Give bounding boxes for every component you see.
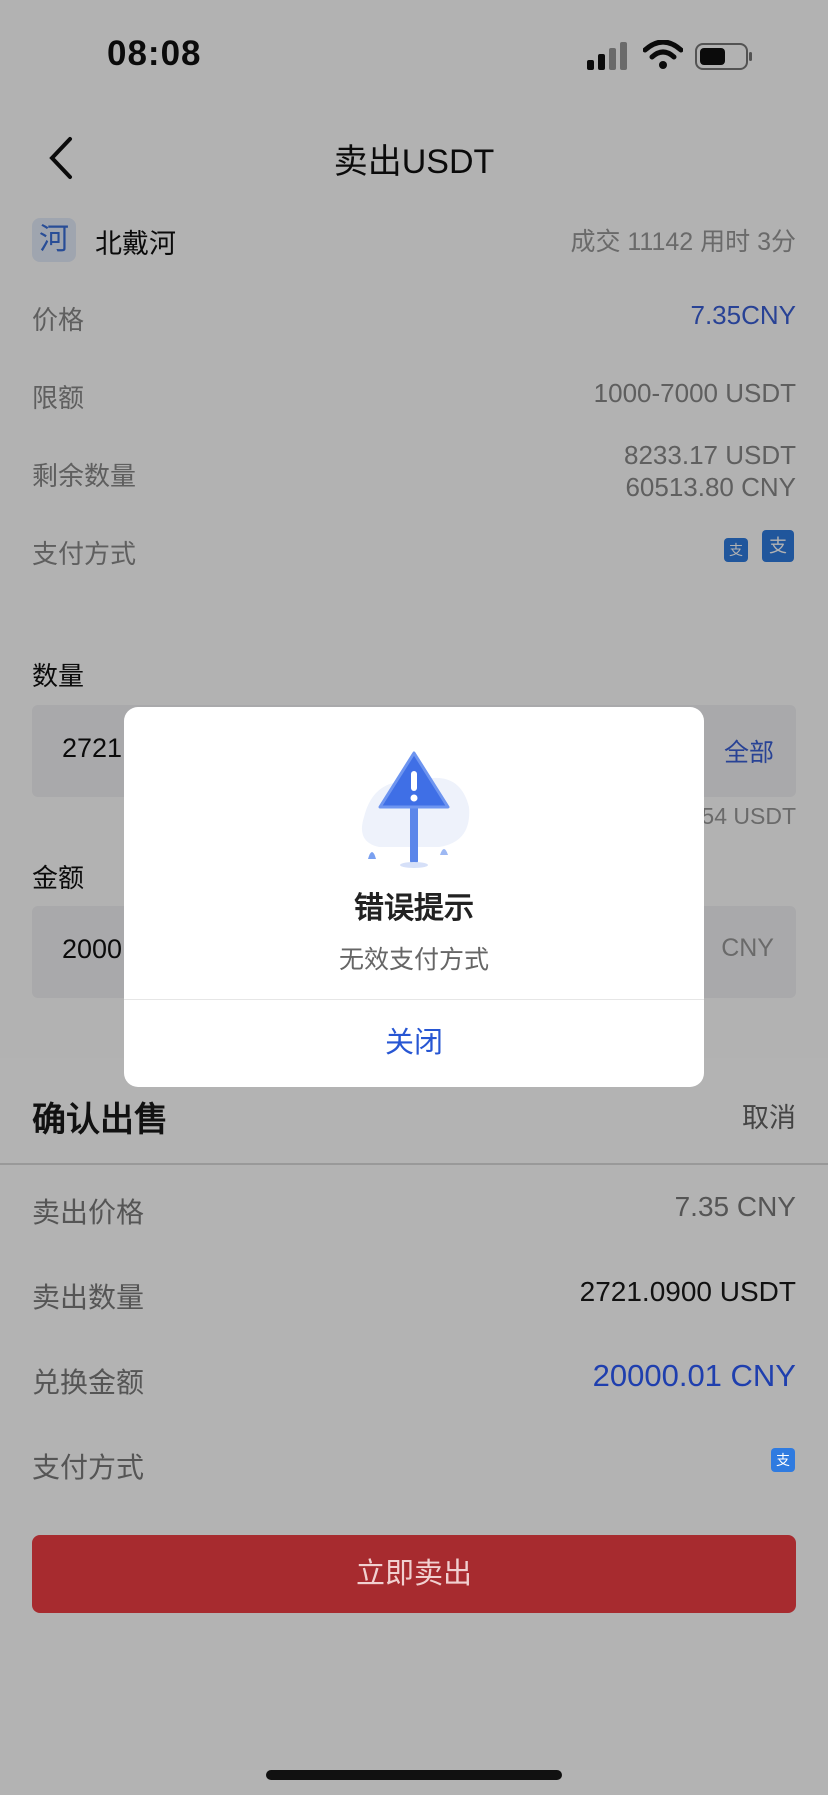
home-indicator[interactable] — [266, 1770, 562, 1780]
confirm-sell-sheet: 确认出售 取消 卖出价格 7.35 CNY 卖出数量 2721.0900 USD… — [0, 1058, 828, 1795]
exchange-amount-label: 兑换金额 — [32, 1367, 145, 1398]
sheet-payment-label: 支付方式 — [32, 1452, 145, 1483]
sell-price-label: 卖出价格 — [32, 1197, 145, 1228]
exchange-amount-value: 20000.01 CNY — [592, 1358, 796, 1393]
cancel-button[interactable]: 取消 — [742, 1096, 796, 1135]
warning-sign-icon — [361, 751, 470, 868]
alipay-icon: 支 — [771, 1448, 795, 1472]
dialog-title: 错误提示 — [354, 892, 474, 925]
error-dialog: 错误提示 无效支付方式 关闭 — [124, 707, 704, 1087]
sheet-divider — [0, 1163, 828, 1165]
sheet-title: 确认出售 — [32, 1101, 168, 1139]
sell-quantity-value: 2721.0900 USDT — [579, 1276, 796, 1307]
close-button[interactable]: 关闭 — [124, 1000, 704, 1087]
sell-price-value: 7.35 CNY — [674, 1191, 796, 1222]
sell-now-button[interactable]: 立即卖出 — [32, 1535, 796, 1613]
sell-quantity-label: 卖出数量 — [32, 1282, 145, 1313]
dialog-message: 无效支付方式 — [338, 946, 489, 974]
